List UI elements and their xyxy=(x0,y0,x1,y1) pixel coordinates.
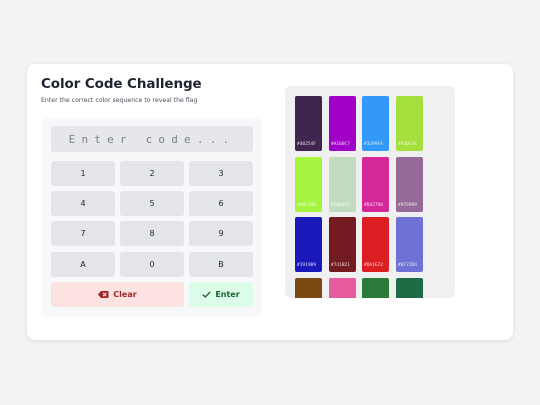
color-swatch[interactable]: #DA1E22 xyxy=(362,217,389,272)
color-swatch[interactable]: #C0DDC2 xyxy=(329,157,356,212)
keypad-panel: 1 2 3 4 5 6 7 8 9 A 0 B Clear xyxy=(41,118,262,317)
key-5[interactable]: 5 xyxy=(120,191,184,216)
color-swatch[interactable]: #6F72D4 xyxy=(396,217,423,272)
color-palette: #40254F #A100C7 #3299FA #A4DF3E #A6F340 #C0DD… xyxy=(285,86,455,298)
color-swatch[interactable]: #D42798 xyxy=(362,157,389,212)
color-swatch[interactable]: #3299FA xyxy=(362,96,389,151)
page-subtitle: Enter the correct color sequence to reve… xyxy=(41,97,198,104)
key-2[interactable]: 2 xyxy=(120,161,184,186)
color-swatch[interactable]: #A4DF3E xyxy=(396,96,423,151)
enter-button[interactable]: Enter xyxy=(189,282,253,307)
key-4[interactable]: 4 xyxy=(51,191,115,216)
color-swatch[interactable]: #A6F340 xyxy=(295,157,322,212)
color-swatch[interactable]: #2C7A3A xyxy=(362,278,389,298)
key-8[interactable]: 8 xyxy=(120,221,184,246)
color-swatch[interactable]: #741B21 xyxy=(329,217,356,272)
swatch-hex-label: #A4DF3E xyxy=(398,142,417,147)
code-input[interactable] xyxy=(51,126,253,152)
key-b[interactable]: B xyxy=(189,252,253,277)
page-title: Color Code Challenge xyxy=(41,76,202,92)
color-swatch[interactable]: #40254F xyxy=(295,96,322,151)
swatch-hex-label: #741B21 xyxy=(331,263,350,268)
swatch-hex-label: #6F72D4 xyxy=(398,263,417,268)
swatch-hex-label: #1919B9 xyxy=(297,263,316,268)
challenge-card: Color Code Challenge Enter the correct c… xyxy=(27,64,513,340)
color-swatch[interactable]: #7B4A14 xyxy=(295,278,322,298)
color-swatch[interactable]: #1919B9 xyxy=(295,217,322,272)
key-a[interactable]: A xyxy=(51,252,115,277)
color-swatch[interactable]: #1F6B45 xyxy=(396,278,423,298)
swatch-hex-label: #A100C7 xyxy=(331,142,350,147)
swatch-hex-label: #D42798 xyxy=(364,203,383,208)
backspace-icon xyxy=(98,291,109,298)
color-swatch[interactable]: #A100C7 xyxy=(329,96,356,151)
key-6[interactable]: 6 xyxy=(189,191,253,216)
color-swatch[interactable]: #E55B9E xyxy=(329,278,356,298)
key-1[interactable]: 1 xyxy=(51,161,115,186)
swatch-hex-label: #DA1E22 xyxy=(364,263,383,268)
color-swatch[interactable]: #976999 xyxy=(396,157,423,212)
key-7[interactable]: 7 xyxy=(51,221,115,246)
enter-label: Enter xyxy=(215,290,240,299)
swatch-hex-label: #976999 xyxy=(398,203,417,208)
swatch-hex-label: #C0DDC2 xyxy=(331,203,350,208)
swatch-hex-label: #40254F xyxy=(297,142,316,147)
key-0[interactable]: 0 xyxy=(120,252,184,277)
clear-button[interactable]: Clear xyxy=(51,282,184,307)
checkmark-icon xyxy=(202,291,211,298)
swatch-hex-label: #A6F340 xyxy=(297,203,316,208)
clear-label: Clear xyxy=(113,290,137,299)
swatch-hex-label: #3299FA xyxy=(364,142,383,147)
key-3[interactable]: 3 xyxy=(189,161,253,186)
key-9[interactable]: 9 xyxy=(189,221,253,246)
